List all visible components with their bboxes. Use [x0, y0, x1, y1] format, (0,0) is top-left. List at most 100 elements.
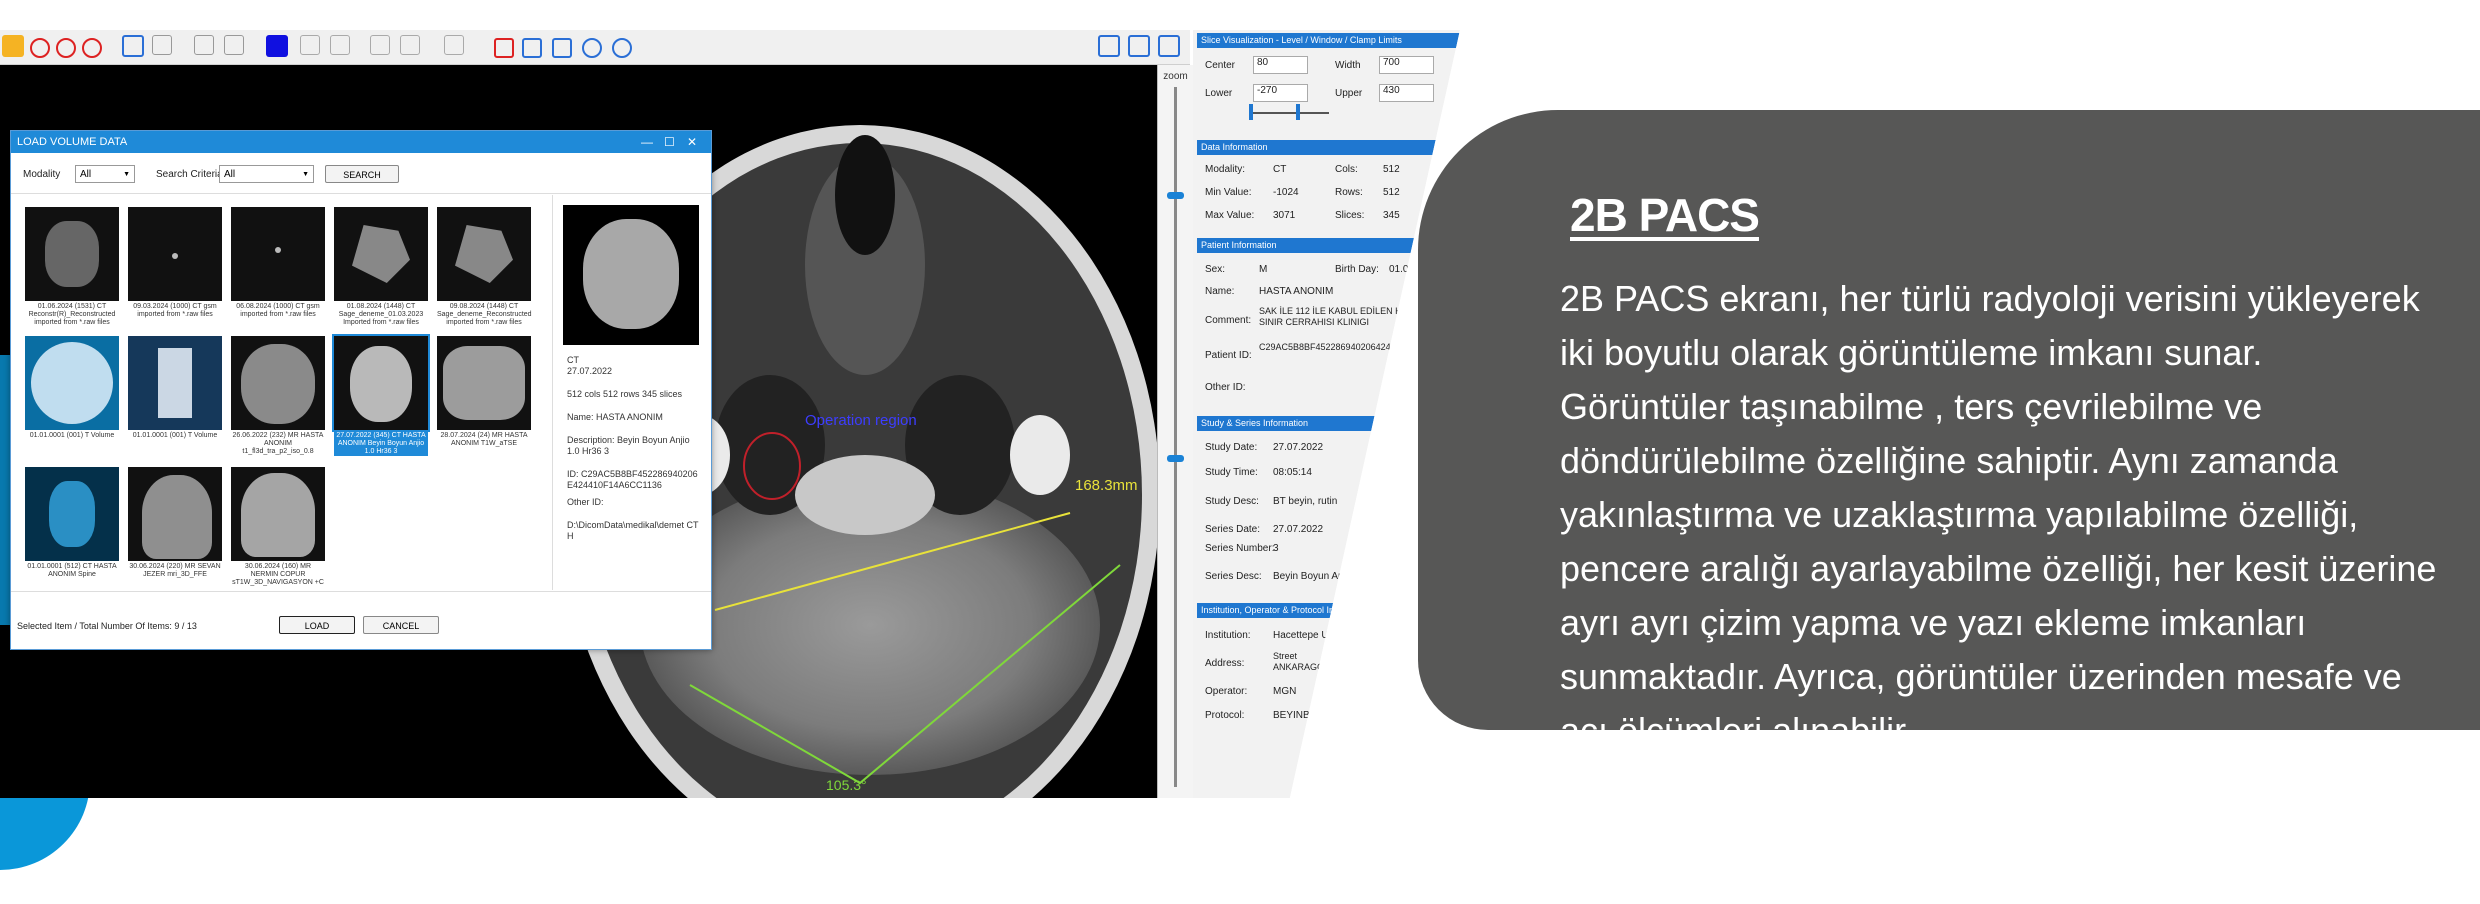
thumbnail-caption: 09.08.2024 (1448) CT Sage_deneme_Reconst…	[437, 303, 532, 326]
flip-vertical-icon[interactable]	[552, 38, 572, 58]
sex-value: M	[1259, 264, 1268, 275]
thumbnail-caption: 26.06.2022 (232) MR HASTA ANONIM t1_fl3d…	[232, 432, 324, 455]
toolbar	[0, 30, 1190, 65]
series-date-key: Series Date:	[1205, 524, 1261, 535]
modality-key: Modality:	[1205, 164, 1246, 175]
thumbnail-caption: 01.01.0001 (001) T Volume	[132, 432, 218, 439]
grid-icon[interactable]	[194, 35, 214, 55]
fit-icon[interactable]	[152, 35, 172, 55]
criteria-select-value: All	[224, 169, 236, 180]
open-folder-icon[interactable]	[2, 35, 24, 57]
preview-name: Name: HASTA ANONIM	[567, 412, 663, 422]
maximize-icon[interactable]: ☐	[664, 131, 675, 153]
text-tool-icon[interactable]	[300, 35, 320, 55]
crop-icon[interactable]	[494, 38, 514, 58]
rotate-right-icon[interactable]	[612, 38, 632, 58]
load-volume-dialog: LOAD VOLUME DATA — ☐ ✕ Modality All ▼ Sea…	[10, 130, 712, 650]
modality-select[interactable]: All ▼	[75, 165, 135, 183]
volume-thumbnail[interactable]: 01.01.0001 (512) CT HASTA ANONIM Spine	[25, 467, 119, 579]
center-label: Center	[1205, 60, 1236, 71]
preview-id: ID: C29AC5B8BF452286940206E424410F14A6CC…	[567, 469, 698, 490]
institution-key: Institution:	[1205, 630, 1251, 641]
search-button[interactable]: SEARCH	[325, 165, 399, 183]
volume-thumbnail[interactable]: 30.06.2024 (220) MR SEVAN JEZER mri_3D_F…	[128, 467, 222, 579]
preview-details: CT 27.07.2022 512 cols 512 rows 345 slic…	[563, 355, 703, 548]
other-id-key: Other ID:	[1205, 382, 1246, 393]
name-key: Name:	[1205, 286, 1235, 297]
thumbnail-image	[231, 467, 325, 561]
user-settings-icon[interactable]	[1098, 35, 1120, 57]
thumbnail-image	[25, 336, 119, 430]
thumbnail-caption: 27.07.2022 (345) CT HASTA ANONIM Beyin B…	[334, 432, 428, 456]
export-icon[interactable]	[1158, 35, 1180, 57]
stop-icon[interactable]	[56, 38, 76, 58]
volume-thumbnail-selected[interactable]: 27.07.2022 (345) CT HASTA ANONIM Beyin B…	[332, 334, 430, 456]
region-annotation-label[interactable]: Operation region	[805, 412, 917, 429]
move-icon[interactable]	[122, 35, 144, 57]
volume-thumbnail[interactable]: 28.07.2024 (24) MR HASTA ANONIM T1W_aTSE	[437, 336, 531, 448]
zoom-slider-panel: zoom	[1157, 65, 1193, 798]
comment-key: Comment:	[1205, 315, 1252, 326]
study-desc-key: Study Desc:	[1205, 496, 1259, 507]
ruler-icon[interactable]	[370, 35, 390, 55]
volume-thumbnail[interactable]: 01.01.0001 (001) T Volume	[25, 336, 119, 440]
thumbnail-image	[231, 336, 325, 430]
volume-thumbnail[interactable]: 06.08.2024 (1000) CT gsm imported from *…	[231, 207, 325, 319]
thumbnail-caption: 09.03.2024 (1000) CT gsm imported from *…	[133, 303, 217, 318]
modality-label: Modality	[23, 169, 61, 180]
pencil-icon[interactable]	[330, 35, 350, 55]
divider	[552, 195, 553, 590]
record-icon[interactable]	[30, 38, 50, 58]
volume-thumbnail[interactable]: 09.08.2024 (1448) CT Sage_deneme_Reconst…	[437, 207, 532, 327]
volume-thumbnail[interactable]: 30.06.2024 (160) MR NERMIN COPUR sT1W_3D…	[231, 467, 325, 587]
preview-date: 27.07.2022	[567, 366, 613, 376]
thumbnail-caption: 01.06.2024 (1531) CT Reconstr(R)_Reconst…	[28, 303, 116, 326]
series-desc-key: Series Desc:	[1205, 571, 1262, 582]
close-circle-icon[interactable]	[82, 38, 102, 58]
color-swatch-icon[interactable]	[266, 35, 288, 57]
range-slider-lower-handle[interactable]	[1249, 104, 1253, 120]
volume-thumbnail[interactable]: 26.06.2022 (232) MR HASTA ANONIM t1_fl3d…	[231, 336, 325, 456]
minimize-icon[interactable]: —	[641, 131, 653, 153]
thumbnail-image	[332, 334, 430, 432]
dialog-title: LOAD VOLUME DATA	[17, 136, 128, 148]
lower-label: Lower	[1205, 88, 1233, 99]
angle-icon[interactable]	[400, 35, 420, 55]
thumbnail-image	[231, 207, 325, 301]
layers-icon[interactable]	[224, 35, 244, 55]
angle-measure-label: 105.3°	[826, 777, 867, 793]
preview-description: Description: Beyin Boyun Anjio 1.0 Hr36 …	[567, 435, 690, 456]
sex-key: Sex:	[1205, 264, 1226, 275]
cancel-button[interactable]: CANCEL	[363, 616, 439, 634]
flip-horizontal-icon[interactable]	[522, 38, 542, 58]
preview-other-id: Other ID:	[567, 497, 604, 507]
thumbnail-image	[25, 467, 119, 561]
thumbnail-image	[25, 207, 119, 301]
thumbnail-caption: 28.07.2024 (24) MR HASTA ANONIM T1W_aTSE	[440, 432, 528, 447]
dialog-title-bar: LOAD VOLUME DATA — ☐ ✕	[11, 131, 711, 153]
study-date-key: Study Date:	[1205, 442, 1258, 453]
volume-thumbnail[interactable]: 01.01.0001 (001) T Volume	[128, 336, 222, 440]
load-button[interactable]: LOAD	[279, 616, 355, 634]
search-criteria-select[interactable]: All ▼	[219, 165, 314, 183]
users-icon[interactable]	[1128, 35, 1150, 57]
operator-key: Operator:	[1205, 686, 1248, 697]
distance-measure-label: 168.3mm	[1075, 477, 1138, 494]
pacs-app-screenshot: Operation region 168.3mm 105.3° zoom Sli…	[0, 30, 1460, 798]
volume-thumbnail[interactable]: 01.08.2024 (1448) CT Sage_deneme_01.03.2…	[334, 207, 428, 327]
rotate-left-icon[interactable]	[582, 38, 602, 58]
zoom-knob-bottom[interactable]	[1167, 455, 1184, 462]
protocol-key: Protocol:	[1205, 710, 1245, 721]
close-icon[interactable]: ✕	[687, 131, 697, 153]
chevron-down-icon: ▼	[302, 171, 309, 178]
eraser-icon[interactable]	[444, 35, 464, 55]
volume-thumbnail[interactable]: 09.03.2024 (1000) CT gsm imported from *…	[128, 207, 222, 319]
series-number-key: Series Number:	[1205, 543, 1275, 554]
card-title: 2B PACS	[1570, 189, 1760, 241]
thumbnail-caption: 30.06.2024 (160) MR NERMIN COPUR sT1W_3D…	[232, 563, 324, 586]
volume-thumbnail[interactable]: 01.06.2024 (1531) CT Reconstr(R)_Reconst…	[25, 207, 119, 327]
zoom-knob-top[interactable]	[1167, 192, 1184, 199]
thumbnail-image	[437, 207, 531, 301]
chevron-down-icon: ▼	[123, 171, 130, 178]
card-description: 2B PACS ekranı, her türlü radyoloji veri…	[1560, 278, 2437, 751]
